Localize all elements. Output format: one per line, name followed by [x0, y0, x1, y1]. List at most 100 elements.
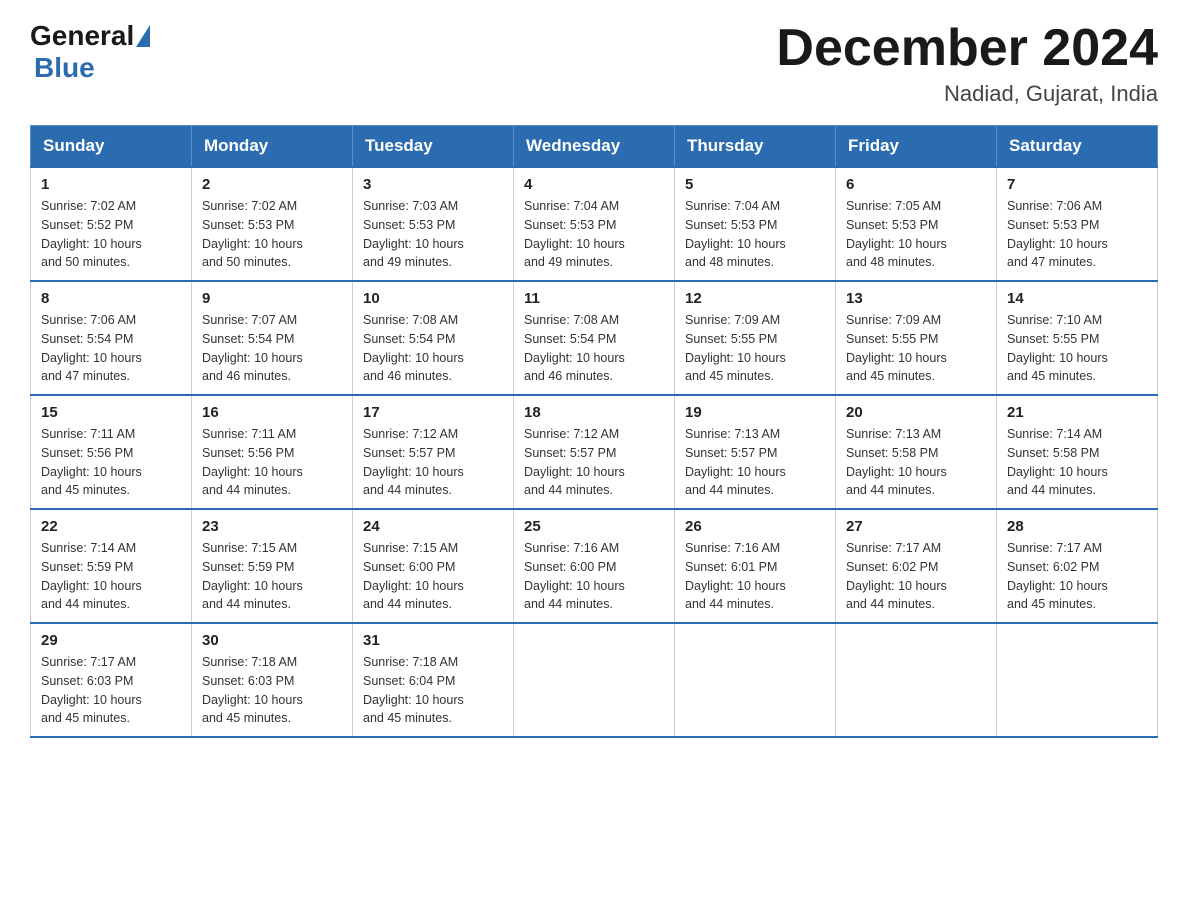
day-number: 19	[685, 404, 825, 421]
day-number: 31	[363, 632, 503, 649]
day-number: 7	[1007, 176, 1147, 193]
calendar-cell	[997, 623, 1158, 737]
calendar-cell: 2 Sunrise: 7:02 AM Sunset: 5:53 PM Dayli…	[192, 167, 353, 281]
day-info: Sunrise: 7:08 AM Sunset: 5:54 PM Dayligh…	[363, 311, 503, 386]
calendar-cell: 5 Sunrise: 7:04 AM Sunset: 5:53 PM Dayli…	[675, 167, 836, 281]
day-number: 2	[202, 176, 342, 193]
location-subtitle: Nadiad, Gujarat, India	[776, 81, 1158, 107]
day-number: 4	[524, 176, 664, 193]
page-header: General Blue December 2024 Nadiad, Gujar…	[30, 20, 1158, 107]
day-number: 9	[202, 290, 342, 307]
logo-blue-text: Blue	[34, 52, 95, 84]
day-number: 3	[363, 176, 503, 193]
day-number: 10	[363, 290, 503, 307]
day-info: Sunrise: 7:13 AM Sunset: 5:57 PM Dayligh…	[685, 425, 825, 500]
day-info: Sunrise: 7:02 AM Sunset: 5:52 PM Dayligh…	[41, 197, 181, 272]
calendar-cell: 11 Sunrise: 7:08 AM Sunset: 5:54 PM Dayl…	[514, 281, 675, 395]
week-row-1: 1 Sunrise: 7:02 AM Sunset: 5:52 PM Dayli…	[31, 167, 1158, 281]
day-info: Sunrise: 7:11 AM Sunset: 5:56 PM Dayligh…	[41, 425, 181, 500]
col-saturday: Saturday	[997, 126, 1158, 168]
calendar-cell: 7 Sunrise: 7:06 AM Sunset: 5:53 PM Dayli…	[997, 167, 1158, 281]
calendar-header-row: Sunday Monday Tuesday Wednesday Thursday…	[31, 126, 1158, 168]
day-number: 28	[1007, 518, 1147, 535]
col-thursday: Thursday	[675, 126, 836, 168]
day-info: Sunrise: 7:13 AM Sunset: 5:58 PM Dayligh…	[846, 425, 986, 500]
day-info: Sunrise: 7:04 AM Sunset: 5:53 PM Dayligh…	[685, 197, 825, 272]
day-number: 6	[846, 176, 986, 193]
calendar-cell: 25 Sunrise: 7:16 AM Sunset: 6:00 PM Dayl…	[514, 509, 675, 623]
day-info: Sunrise: 7:03 AM Sunset: 5:53 PM Dayligh…	[363, 197, 503, 272]
day-number: 27	[846, 518, 986, 535]
day-info: Sunrise: 7:15 AM Sunset: 6:00 PM Dayligh…	[363, 539, 503, 614]
calendar-cell: 28 Sunrise: 7:17 AM Sunset: 6:02 PM Dayl…	[997, 509, 1158, 623]
day-number: 20	[846, 404, 986, 421]
title-section: December 2024 Nadiad, Gujarat, India	[776, 20, 1158, 107]
day-number: 5	[685, 176, 825, 193]
calendar-cell: 29 Sunrise: 7:17 AM Sunset: 6:03 PM Dayl…	[31, 623, 192, 737]
month-title: December 2024	[776, 20, 1158, 77]
calendar-cell: 16 Sunrise: 7:11 AM Sunset: 5:56 PM Dayl…	[192, 395, 353, 509]
calendar-cell: 19 Sunrise: 7:13 AM Sunset: 5:57 PM Dayl…	[675, 395, 836, 509]
week-row-2: 8 Sunrise: 7:06 AM Sunset: 5:54 PM Dayli…	[31, 281, 1158, 395]
day-number: 13	[846, 290, 986, 307]
day-info: Sunrise: 7:16 AM Sunset: 6:01 PM Dayligh…	[685, 539, 825, 614]
calendar-table: Sunday Monday Tuesday Wednesday Thursday…	[30, 125, 1158, 738]
calendar-cell: 20 Sunrise: 7:13 AM Sunset: 5:58 PM Dayl…	[836, 395, 997, 509]
calendar-cell: 17 Sunrise: 7:12 AM Sunset: 5:57 PM Dayl…	[353, 395, 514, 509]
week-row-4: 22 Sunrise: 7:14 AM Sunset: 5:59 PM Dayl…	[31, 509, 1158, 623]
day-number: 18	[524, 404, 664, 421]
calendar-cell: 14 Sunrise: 7:10 AM Sunset: 5:55 PM Dayl…	[997, 281, 1158, 395]
day-info: Sunrise: 7:09 AM Sunset: 5:55 PM Dayligh…	[846, 311, 986, 386]
day-info: Sunrise: 7:11 AM Sunset: 5:56 PM Dayligh…	[202, 425, 342, 500]
day-info: Sunrise: 7:15 AM Sunset: 5:59 PM Dayligh…	[202, 539, 342, 614]
day-info: Sunrise: 7:14 AM Sunset: 5:58 PM Dayligh…	[1007, 425, 1147, 500]
col-sunday: Sunday	[31, 126, 192, 168]
day-info: Sunrise: 7:02 AM Sunset: 5:53 PM Dayligh…	[202, 197, 342, 272]
day-number: 14	[1007, 290, 1147, 307]
day-info: Sunrise: 7:06 AM Sunset: 5:53 PM Dayligh…	[1007, 197, 1147, 272]
calendar-cell: 8 Sunrise: 7:06 AM Sunset: 5:54 PM Dayli…	[31, 281, 192, 395]
day-number: 17	[363, 404, 503, 421]
calendar-cell	[514, 623, 675, 737]
day-number: 1	[41, 176, 181, 193]
calendar-cell: 26 Sunrise: 7:16 AM Sunset: 6:01 PM Dayl…	[675, 509, 836, 623]
calendar-cell: 18 Sunrise: 7:12 AM Sunset: 5:57 PM Dayl…	[514, 395, 675, 509]
day-number: 24	[363, 518, 503, 535]
calendar-cell: 10 Sunrise: 7:08 AM Sunset: 5:54 PM Dayl…	[353, 281, 514, 395]
day-number: 23	[202, 518, 342, 535]
calendar-cell	[836, 623, 997, 737]
calendar-cell: 12 Sunrise: 7:09 AM Sunset: 5:55 PM Dayl…	[675, 281, 836, 395]
day-info: Sunrise: 7:04 AM Sunset: 5:53 PM Dayligh…	[524, 197, 664, 272]
calendar-cell: 21 Sunrise: 7:14 AM Sunset: 5:58 PM Dayl…	[997, 395, 1158, 509]
day-info: Sunrise: 7:09 AM Sunset: 5:55 PM Dayligh…	[685, 311, 825, 386]
day-number: 25	[524, 518, 664, 535]
day-info: Sunrise: 7:05 AM Sunset: 5:53 PM Dayligh…	[846, 197, 986, 272]
day-number: 26	[685, 518, 825, 535]
calendar-cell: 13 Sunrise: 7:09 AM Sunset: 5:55 PM Dayl…	[836, 281, 997, 395]
day-info: Sunrise: 7:18 AM Sunset: 6:04 PM Dayligh…	[363, 653, 503, 728]
day-info: Sunrise: 7:08 AM Sunset: 5:54 PM Dayligh…	[524, 311, 664, 386]
week-row-5: 29 Sunrise: 7:17 AM Sunset: 6:03 PM Dayl…	[31, 623, 1158, 737]
calendar-cell: 22 Sunrise: 7:14 AM Sunset: 5:59 PM Dayl…	[31, 509, 192, 623]
day-info: Sunrise: 7:16 AM Sunset: 6:00 PM Dayligh…	[524, 539, 664, 614]
day-info: Sunrise: 7:07 AM Sunset: 5:54 PM Dayligh…	[202, 311, 342, 386]
col-wednesday: Wednesday	[514, 126, 675, 168]
calendar-cell: 23 Sunrise: 7:15 AM Sunset: 5:59 PM Dayl…	[192, 509, 353, 623]
day-number: 11	[524, 290, 664, 307]
day-number: 8	[41, 290, 181, 307]
calendar-cell: 3 Sunrise: 7:03 AM Sunset: 5:53 PM Dayli…	[353, 167, 514, 281]
col-friday: Friday	[836, 126, 997, 168]
day-info: Sunrise: 7:17 AM Sunset: 6:03 PM Dayligh…	[41, 653, 181, 728]
day-number: 21	[1007, 404, 1147, 421]
day-info: Sunrise: 7:12 AM Sunset: 5:57 PM Dayligh…	[363, 425, 503, 500]
col-monday: Monday	[192, 126, 353, 168]
day-info: Sunrise: 7:14 AM Sunset: 5:59 PM Dayligh…	[41, 539, 181, 614]
day-number: 12	[685, 290, 825, 307]
calendar-cell: 30 Sunrise: 7:18 AM Sunset: 6:03 PM Dayl…	[192, 623, 353, 737]
day-info: Sunrise: 7:06 AM Sunset: 5:54 PM Dayligh…	[41, 311, 181, 386]
day-info: Sunrise: 7:17 AM Sunset: 6:02 PM Dayligh…	[846, 539, 986, 614]
calendar-cell: 27 Sunrise: 7:17 AM Sunset: 6:02 PM Dayl…	[836, 509, 997, 623]
calendar-cell: 24 Sunrise: 7:15 AM Sunset: 6:00 PM Dayl…	[353, 509, 514, 623]
day-info: Sunrise: 7:18 AM Sunset: 6:03 PM Dayligh…	[202, 653, 342, 728]
logo-triangle-icon	[136, 25, 150, 47]
